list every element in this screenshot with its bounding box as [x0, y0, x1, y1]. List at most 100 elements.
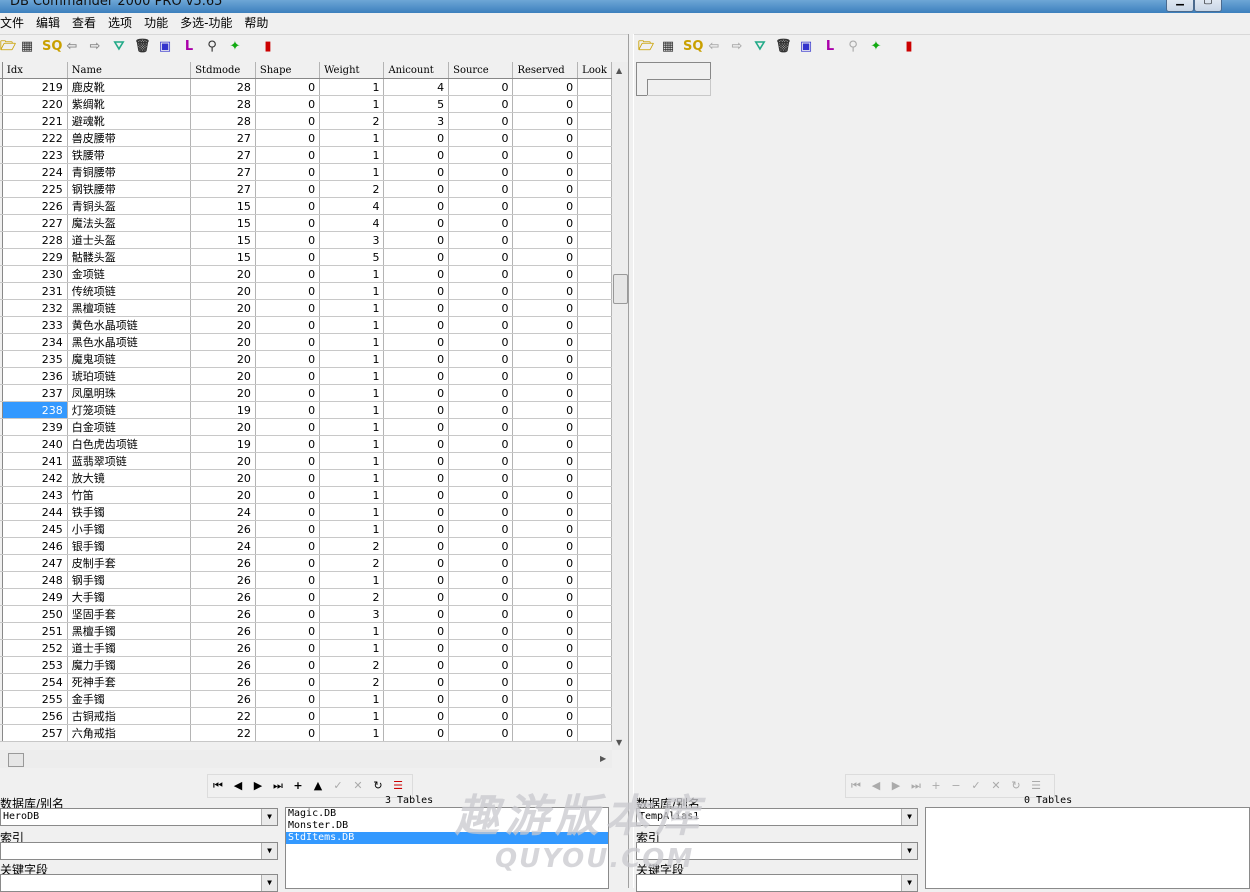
delete-icon[interactable]: 🗑: [134, 39, 151, 55]
cell-idx[interactable]: 220: [2, 95, 68, 113]
cell-shape[interactable]: 0: [255, 690, 321, 708]
cell-stdmode[interactable]: 22: [190, 724, 256, 742]
cell-shape[interactable]: 0: [255, 554, 321, 572]
cell-weight[interactable]: 1: [319, 452, 385, 470]
cell-idx[interactable]: 221: [2, 112, 68, 130]
cell-stdmode[interactable]: 26: [190, 605, 256, 623]
cell-anicount[interactable]: 0: [383, 316, 450, 334]
cell-shape[interactable]: 0: [255, 605, 321, 623]
cell-idx[interactable]: 246: [2, 537, 68, 555]
cell-name[interactable]: 坚固手套: [67, 605, 192, 623]
cell-weight[interactable]: 2: [319, 673, 385, 691]
cell-weight[interactable]: 1: [319, 146, 385, 164]
cell-reserved[interactable]: 0: [512, 214, 579, 232]
table-row[interactable]: 237 凤凰明珠 20 0 1 0 0 0: [0, 384, 612, 402]
cell-anicount[interactable]: 3: [383, 112, 450, 130]
cell-idx[interactable]: 251: [2, 622, 68, 640]
run-icon[interactable]: ✦: [868, 39, 884, 55]
cell-stdmode[interactable]: 26: [190, 520, 256, 538]
table-row[interactable]: 223 铁腰带 27 0 1 0 0 0: [0, 146, 612, 164]
cell-weight[interactable]: 1: [319, 299, 385, 317]
cell-source[interactable]: 0: [448, 452, 514, 470]
cell-name[interactable]: 琥珀项链: [67, 367, 192, 385]
last-record-icon[interactable]: ⏭: [268, 775, 288, 797]
cell-anicount[interactable]: 0: [383, 163, 450, 181]
cell-look[interactable]: [577, 316, 612, 334]
cell-stdmode[interactable]: 15: [190, 214, 256, 232]
table-row[interactable]: 228 道士头盔 15 0 3 0 0 0: [0, 231, 612, 249]
export-icon[interactable]: ⇨: [729, 39, 745, 55]
cell-stdmode[interactable]: 26: [190, 673, 256, 691]
cell-look[interactable]: [577, 435, 612, 453]
table-row[interactable]: 233 黄色水晶项链 20 0 1 0 0 0: [0, 316, 612, 334]
cell-name[interactable]: 银手镯: [67, 537, 192, 555]
menu-file[interactable]: 文件: [0, 13, 30, 34]
cell-idx[interactable]: 234: [2, 333, 68, 351]
cell-shape[interactable]: 0: [255, 112, 321, 130]
cell-source[interactable]: 0: [448, 707, 514, 725]
cell-idx[interactable]: 231: [2, 282, 68, 300]
cell-weight[interactable]: 1: [319, 401, 385, 419]
cell-reserved[interactable]: 0: [512, 639, 579, 657]
cell-weight[interactable]: 1: [319, 469, 385, 487]
cell-look[interactable]: [577, 622, 612, 640]
insert-record-icon[interactable]: +: [288, 775, 308, 797]
cell-name[interactable]: 白金项链: [67, 418, 192, 436]
cell-idx[interactable]: 248: [2, 571, 68, 589]
cell-stdmode[interactable]: 19: [190, 401, 256, 419]
column-header[interactable]: Look: [577, 62, 612, 79]
cell-reserved[interactable]: 0: [512, 537, 579, 555]
cell-stdmode[interactable]: 20: [190, 384, 256, 402]
back-arrow-icon[interactable]: ⇦: [64, 39, 80, 55]
column-header[interactable]: Shape: [255, 62, 321, 79]
cell-stdmode[interactable]: 26: [190, 554, 256, 572]
dropdown-arrow-icon[interactable]: ▼: [901, 843, 917, 859]
link-icon[interactable]: L: [181, 39, 197, 55]
cell-shape[interactable]: 0: [255, 724, 321, 742]
cell-weight[interactable]: 1: [319, 418, 385, 436]
cell-anicount[interactable]: 4: [383, 78, 450, 96]
cell-reserved[interactable]: 0: [512, 452, 579, 470]
cell-shape[interactable]: 0: [255, 401, 321, 419]
cell-stdmode[interactable]: 19: [190, 435, 256, 453]
column-header[interactable]: Anicount: [383, 62, 450, 79]
cell-stdmode[interactable]: 26: [190, 690, 256, 708]
cell-shape[interactable]: 0: [255, 214, 321, 232]
cell-shape[interactable]: 0: [255, 129, 321, 147]
cell-name[interactable]: 道士头盔: [67, 231, 192, 249]
cell-anicount[interactable]: 0: [383, 520, 450, 538]
cell-source[interactable]: 0: [448, 299, 514, 317]
cell-source[interactable]: 0: [448, 350, 514, 368]
filter-icon[interactable]: ⛛: [752, 39, 768, 55]
cell-look[interactable]: [577, 214, 612, 232]
cell-look[interactable]: [577, 282, 612, 300]
index-select[interactable]: ▼: [636, 842, 918, 860]
cell-idx[interactable]: 219: [2, 78, 68, 96]
cell-source[interactable]: 0: [448, 537, 514, 555]
structure-icon[interactable]: ▣: [157, 39, 173, 55]
cell-anicount[interactable]: 0: [383, 503, 450, 521]
menu-functions[interactable]: 功能: [138, 13, 174, 34]
cell-stdmode[interactable]: 15: [190, 248, 256, 266]
cell-anicount[interactable]: 0: [383, 605, 450, 623]
cell-anicount[interactable]: 0: [383, 469, 450, 487]
cell-source[interactable]: 0: [448, 639, 514, 657]
table-row[interactable]: 255 金手镯 26 0 1 0 0 0: [0, 690, 612, 708]
cell-name[interactable]: 青铜腰带: [67, 163, 192, 181]
cell-name[interactable]: 皮制手套: [67, 554, 192, 572]
cell-shape[interactable]: 0: [255, 95, 321, 113]
cell-anicount[interactable]: 0: [383, 639, 450, 657]
cell-idx[interactable]: 223: [2, 146, 68, 164]
cell-weight[interactable]: 4: [319, 197, 385, 215]
grid-empty-cell[interactable]: [647, 79, 711, 96]
cell-source[interactable]: 0: [448, 231, 514, 249]
cell-anicount[interactable]: 0: [383, 350, 450, 368]
cell-name[interactable]: 紫绸靴: [67, 95, 192, 113]
column-header[interactable]: Reserved: [512, 62, 579, 79]
cell-weight[interactable]: 1: [319, 707, 385, 725]
table-row[interactable]: 257 六角戒指 22 0 1 0 0 0: [0, 724, 612, 742]
refresh-icon[interactable]: ↻: [1006, 775, 1026, 797]
scroll-up-icon[interactable]: ▲: [616, 66, 622, 75]
delete-record-icon[interactable]: ▲: [308, 775, 328, 797]
cell-shape[interactable]: 0: [255, 146, 321, 164]
